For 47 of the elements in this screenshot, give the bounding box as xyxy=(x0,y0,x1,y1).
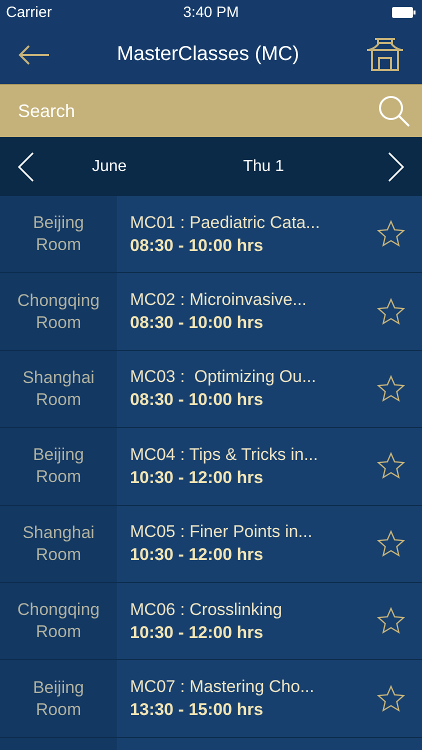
pagoda-icon[interactable] xyxy=(366,38,404,72)
session-time: 08:30 - 10:00 hrs xyxy=(130,390,264,410)
session-row[interactable]: Chongqing Room MC02 : Microinvasive... 08:30 - 10:00 hrs xyxy=(0,273,422,351)
room-label: Beijing Room xyxy=(0,660,117,737)
session-time: 10:30 - 12:00 hrs xyxy=(130,468,264,488)
star-icon[interactable] xyxy=(377,220,405,248)
month-label: June xyxy=(92,158,127,176)
room-label: Shanghai Room xyxy=(0,350,117,428)
star-icon[interactable] xyxy=(377,607,405,636)
day-label: Thu 1 xyxy=(243,158,284,176)
session-title: MC03 : Optimizing Ou... xyxy=(130,367,318,388)
back-arrow-icon[interactable] xyxy=(18,44,50,66)
next-chevron-icon[interactable] xyxy=(388,152,404,182)
session-title: MC07 : Mastering Cho... xyxy=(130,677,316,698)
room-label: Beijing Room xyxy=(0,196,117,272)
session-title: MC02 : Microinvasive... xyxy=(130,290,308,310)
screen-title: MasterClasses (MC) xyxy=(116,43,300,66)
room-label: Chongqing Room xyxy=(0,582,117,660)
carrier-name: Carrier xyxy=(6,4,52,21)
room-label: Chongqing Room xyxy=(0,273,117,350)
session-row[interactable]: Beijing Room MC04 : Tips & Tricks in... 10:30 - 12:00 hrs xyxy=(0,428,422,506)
session-title: MC06 : Crosslinking xyxy=(130,600,284,620)
session-row[interactable]: Chongqing Room MC06 : Crosslinking 10:30 - 12:00 hrs xyxy=(0,582,422,660)
status-time: 3:40 PM xyxy=(183,4,239,21)
session-title: MC05 : Finer Points in... xyxy=(130,522,314,542)
search-field[interactable]: Search xyxy=(18,100,378,122)
room-label: Beijing Room xyxy=(0,428,117,505)
session-time: 10:30 - 12:00 hrs xyxy=(130,622,264,643)
star-icon[interactable] xyxy=(377,298,405,326)
star-icon[interactable] xyxy=(377,452,405,480)
star-icon[interactable] xyxy=(377,530,405,558)
session-row[interactable]: Shanghai Room MC05 : Finer Points in... 10:30 - 12:00 hrs xyxy=(0,506,422,583)
session-title: MC01 : Paediatric Cata... xyxy=(130,212,321,233)
session-time: 08:30 - 10:00 hrs xyxy=(130,236,264,256)
star-icon[interactable] xyxy=(377,374,405,403)
previous-chevron-icon[interactable] xyxy=(18,152,34,182)
search-bar[interactable]: Search xyxy=(0,84,422,137)
session-time: 08:30 - 10:00 hrs xyxy=(130,313,264,334)
session-row[interactable]: Beijing Room MC07 : Mastering Cho... 13:30 - 15:00 hrs xyxy=(0,660,422,738)
session-title: MC04 : Tips & Tricks in... xyxy=(130,444,319,465)
room-label: Shanghai Room xyxy=(0,506,117,582)
session-time: 10:30 - 12:00 hrs xyxy=(130,545,264,566)
session-row[interactable]: Shanghai Room MC03 : Optimizing Ou... 08:30 - 10:00 hrs xyxy=(0,350,422,428)
star-icon[interactable] xyxy=(377,684,405,713)
battery-icon xyxy=(392,7,416,18)
session-time: 13:30 - 15:00 hrs xyxy=(130,700,264,720)
session-row[interactable]: Beijing Room MC01 : Paediatric Cata... 08:30 - 10:00 hrs xyxy=(0,196,422,274)
